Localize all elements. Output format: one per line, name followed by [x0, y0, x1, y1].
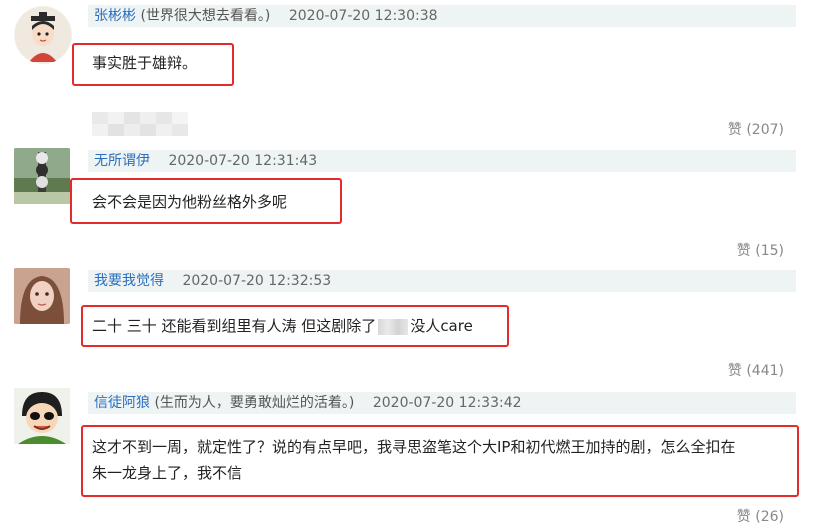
- comment-header: 张彬彬 (世界很大想去看看。) 2020-07-20 12:30:38: [88, 5, 796, 27]
- comment-header: 无所谓伊 2020-07-20 12:31:43: [88, 150, 796, 172]
- avatar[interactable]: [14, 388, 70, 444]
- comment-header: 信徒阿狼 (生而为人，要勇敢灿烂的活着。) 2020-07-20 12:33:4…: [88, 392, 796, 414]
- comment-time: 2020-07-20 12:33:42: [372, 395, 522, 411]
- user-signature: (生而为人，要勇敢灿烂的活着。): [154, 395, 355, 411]
- blurred-image: [92, 112, 188, 136]
- username-link[interactable]: 张彬彬: [94, 8, 136, 24]
- username-link[interactable]: 信徒阿狼: [94, 395, 150, 411]
- username-link[interactable]: 我要我觉得: [94, 273, 164, 289]
- comment-time: 2020-07-20 12:32:53: [182, 273, 332, 289]
- comment-text-line: 这才不到一周，就定性了？说的有点早吧，我寻思盗笔这个大IP和初代燃王加持的剧，怎…: [92, 438, 736, 456]
- avatar[interactable]: [14, 268, 70, 324]
- comment-text: 这才不到一周，就定性了？说的有点早吧，我寻思盗笔这个大IP和初代燃王加持的剧，怎…: [92, 434, 792, 486]
- censored-blur: [378, 318, 409, 335]
- comment-time: 2020-07-20 12:30:38: [288, 8, 438, 24]
- comment-text: 会不会是因为他粉丝格外多呢: [92, 193, 288, 211]
- username-link[interactable]: 无所谓伊: [94, 153, 150, 169]
- comment-text-part: 二十 三十 还能看到组里有人涛 但这剧除了: [92, 317, 377, 335]
- comment-time: 2020-07-20 12:31:43: [168, 153, 318, 169]
- like-button[interactable]: 赞 (207): [664, 119, 784, 139]
- comment-text-line: 朱一龙身上了，我不信: [92, 464, 243, 482]
- comment-text-part: 没人care: [410, 317, 473, 335]
- like-button[interactable]: 赞 (26): [664, 506, 784, 526]
- like-button[interactable]: 赞 (441): [664, 360, 784, 380]
- comment-header: 我要我觉得 2020-07-20 12:32:53: [88, 270, 796, 292]
- comment-text: 二十 三十 还能看到组里有人涛 但这剧除了 没人care: [92, 313, 473, 339]
- comment-text: 事实胜于雄辩。: [92, 54, 198, 72]
- avatar[interactable]: [14, 148, 70, 204]
- avatar[interactable]: [14, 6, 72, 64]
- landscape-photo-avatar-icon: [14, 148, 70, 204]
- cartoon-character-avatar-icon: [14, 388, 70, 444]
- mosaic-icon: [92, 112, 188, 136]
- cartoon-scholar-avatar-icon: [15, 7, 71, 63]
- like-button[interactable]: 赞 (15): [664, 240, 784, 260]
- portrait-avatar-icon: [14, 268, 70, 324]
- user-signature: (世界很大想去看看。): [140, 8, 271, 24]
